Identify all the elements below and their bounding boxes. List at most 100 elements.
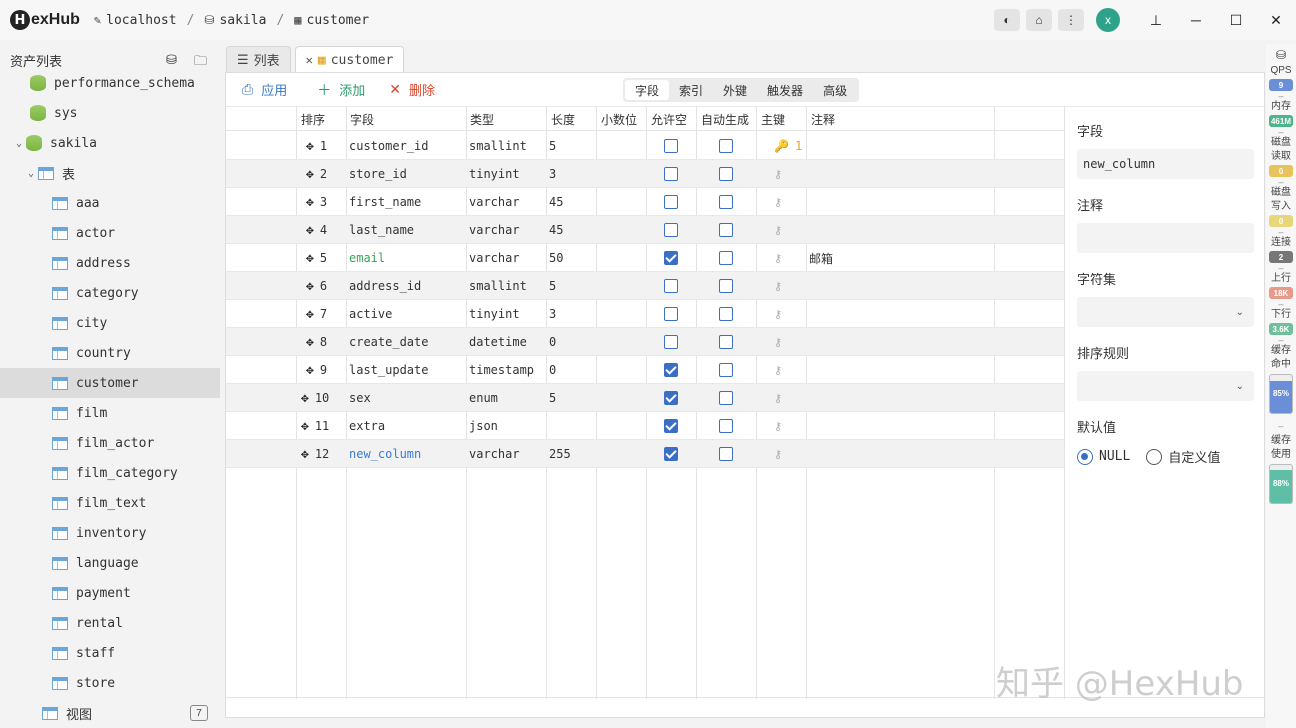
drag-handle-icon[interactable]: ✥ xyxy=(306,139,314,154)
column-header[interactable]: 排序 xyxy=(301,111,325,128)
nullable-checkbox[interactable] xyxy=(664,447,678,461)
nullable-checkbox[interactable] xyxy=(664,335,678,349)
drag-handle-icon[interactable]: ✥ xyxy=(306,307,314,322)
auto-increment-checkbox[interactable] xyxy=(719,391,733,405)
delete-button[interactable]: ✕ 删除 xyxy=(389,80,435,99)
type-cell[interactable]: timestamp xyxy=(469,356,534,384)
apply-button[interactable]: ⎙ 应用 xyxy=(242,80,287,99)
type-cell[interactable]: datetime xyxy=(469,328,527,356)
type-cell[interactable]: smallint xyxy=(469,132,527,160)
field-name-cell[interactable]: sex xyxy=(349,384,371,412)
subtab[interactable]: 索引 xyxy=(669,80,713,100)
column-header[interactable]: 主键 xyxy=(761,111,785,128)
type-cell[interactable]: varchar xyxy=(469,244,520,272)
table-row[interactable]: ✥ 12 new_column varchar 255 ⚷ xyxy=(226,440,1064,468)
length-cell[interactable]: 50 xyxy=(549,244,563,272)
auto-increment-checkbox[interactable] xyxy=(719,447,733,461)
table-row[interactable]: ✥ 4 last_name varchar 45 ⚷ xyxy=(226,216,1064,244)
sidebar-item[interactable]: film_actor xyxy=(0,428,220,458)
key-icon[interactable]: ⚷ xyxy=(774,364,782,377)
type-cell[interactable]: varchar xyxy=(469,440,520,468)
nullable-checkbox[interactable] xyxy=(664,223,678,237)
nullable-checkbox[interactable] xyxy=(664,139,678,153)
length-cell[interactable]: 5 xyxy=(549,384,556,412)
pin-icon[interactable]: ⊥ xyxy=(1136,0,1176,40)
key-icon[interactable]: ⚷ xyxy=(774,252,782,265)
sidebar-item[interactable]: payment xyxy=(0,578,220,608)
column-header[interactable]: 允许空 xyxy=(651,111,687,128)
table-row[interactable]: ✥ 2 store_id tinyint 3 ⚷ xyxy=(226,160,1064,188)
auto-increment-checkbox[interactable] xyxy=(719,251,733,265)
auto-increment-checkbox[interactable] xyxy=(719,363,733,377)
column-header[interactable]: 类型 xyxy=(470,111,494,128)
key-icon[interactable]: ⚷ xyxy=(774,280,782,293)
sidebar-item[interactable]: sys xyxy=(0,98,220,128)
collation-select[interactable]: ⌄ xyxy=(1077,371,1254,401)
table-row[interactable]: ✥ 10 sex enum 5 ⚷ xyxy=(226,384,1064,412)
column-header[interactable]: 自动生成 xyxy=(701,111,749,128)
breadcrumb-table[interactable]: ▦ customer xyxy=(294,13,369,28)
subtab[interactable]: 高级 xyxy=(813,80,857,100)
key-icon[interactable]: ⚷ xyxy=(774,224,782,237)
sidebar-item[interactable]: film_text xyxy=(0,488,220,518)
charset-select[interactable]: ⌄ xyxy=(1077,297,1254,327)
subtab[interactable]: 外键 xyxy=(713,80,757,100)
default-null-radio[interactable] xyxy=(1077,448,1093,465)
subtab[interactable]: 字段 xyxy=(625,80,670,100)
length-cell[interactable]: 3 xyxy=(549,300,556,328)
auto-increment-checkbox[interactable] xyxy=(719,279,733,293)
sidebar-item[interactable]: country xyxy=(0,338,220,368)
breadcrumb-database[interactable]: ⛁ sakila xyxy=(204,13,266,28)
drag-handle-icon[interactable]: ✥ xyxy=(301,447,309,462)
length-cell[interactable]: 3 xyxy=(549,160,556,188)
chevron-down-icon[interactable]: ⌄ xyxy=(12,138,26,149)
sidebar-item-views[interactable]: 视图 7 xyxy=(0,698,220,728)
column-header[interactable]: 字段 xyxy=(350,111,374,128)
tab-list[interactable]: ☰ 列表 xyxy=(226,46,291,72)
auto-increment-checkbox[interactable] xyxy=(719,195,733,209)
drag-handle-icon[interactable]: ✥ xyxy=(306,195,314,210)
type-cell[interactable]: smallint xyxy=(469,272,527,300)
sidebar-item[interactable]: inventory xyxy=(0,518,220,548)
table-row[interactable]: ✥ 3 first_name varchar 45 ⚷ xyxy=(226,188,1064,216)
maximize-icon[interactable]: ☐ xyxy=(1216,0,1256,40)
sidebar-item[interactable]: store xyxy=(0,668,220,698)
type-cell[interactable]: json xyxy=(469,412,498,440)
nullable-checkbox[interactable] xyxy=(664,251,678,265)
home-icon[interactable]: ⌂ xyxy=(1026,9,1052,31)
key-icon[interactable]: ⚷ xyxy=(774,168,782,181)
column-header[interactable]: 小数位 xyxy=(601,111,637,128)
auto-increment-checkbox[interactable] xyxy=(719,307,733,321)
key-icon[interactable]: ⚷ xyxy=(774,420,782,433)
nullable-checkbox[interactable] xyxy=(664,195,678,209)
close-icon[interactable]: ✕ xyxy=(1256,0,1296,40)
field-name-cell[interactable]: extra xyxy=(349,412,385,440)
table-row[interactable]: ✥ 6 address_id smallint 5 ⚷ xyxy=(226,272,1064,300)
sidebar-item[interactable]: ⌄ 表 xyxy=(0,158,220,188)
comment-cell[interactable]: 邮箱 xyxy=(809,244,833,272)
key-icon[interactable]: ⚷ xyxy=(774,196,782,209)
type-cell[interactable]: varchar xyxy=(469,188,520,216)
nullable-checkbox[interactable] xyxy=(664,419,678,433)
field-name-cell[interactable]: active xyxy=(349,300,392,328)
table-row[interactable]: ✥ 8 create_date datetime 0 ⚷ xyxy=(226,328,1064,356)
drag-handle-icon[interactable]: ✥ xyxy=(306,335,314,350)
drag-handle-icon[interactable]: ✥ xyxy=(306,167,314,182)
nullable-checkbox[interactable] xyxy=(664,391,678,405)
length-cell[interactable]: 45 xyxy=(549,188,563,216)
table-row[interactable]: ✥ 9 last_update timestamp 0 ⚷ xyxy=(226,356,1064,384)
type-cell[interactable]: tinyint xyxy=(469,160,520,188)
more-vertical-icon[interactable]: ⋮ xyxy=(1058,9,1084,31)
tab-customer[interactable]: ✕ ▦ customer xyxy=(294,46,405,73)
primary-key-icon[interactable]: 🔑 xyxy=(774,139,789,153)
add-database-icon[interactable]: ⛁ xyxy=(166,52,177,68)
table-row[interactable]: ✥ 5 email varchar 50 ⚷ 邮箱 xyxy=(226,244,1064,272)
field-name-cell[interactable]: first_name xyxy=(349,188,421,216)
field-name-cell[interactable]: last_name xyxy=(349,216,414,244)
key-icon[interactable]: ⚷ xyxy=(774,336,782,349)
field-name-cell[interactable]: customer_id xyxy=(349,132,428,160)
subtab[interactable]: 触发器 xyxy=(757,80,813,100)
field-name-cell[interactable]: store_id xyxy=(349,160,407,188)
column-header[interactable]: 注释 xyxy=(811,111,835,128)
drag-handle-icon[interactable]: ✥ xyxy=(301,419,309,434)
